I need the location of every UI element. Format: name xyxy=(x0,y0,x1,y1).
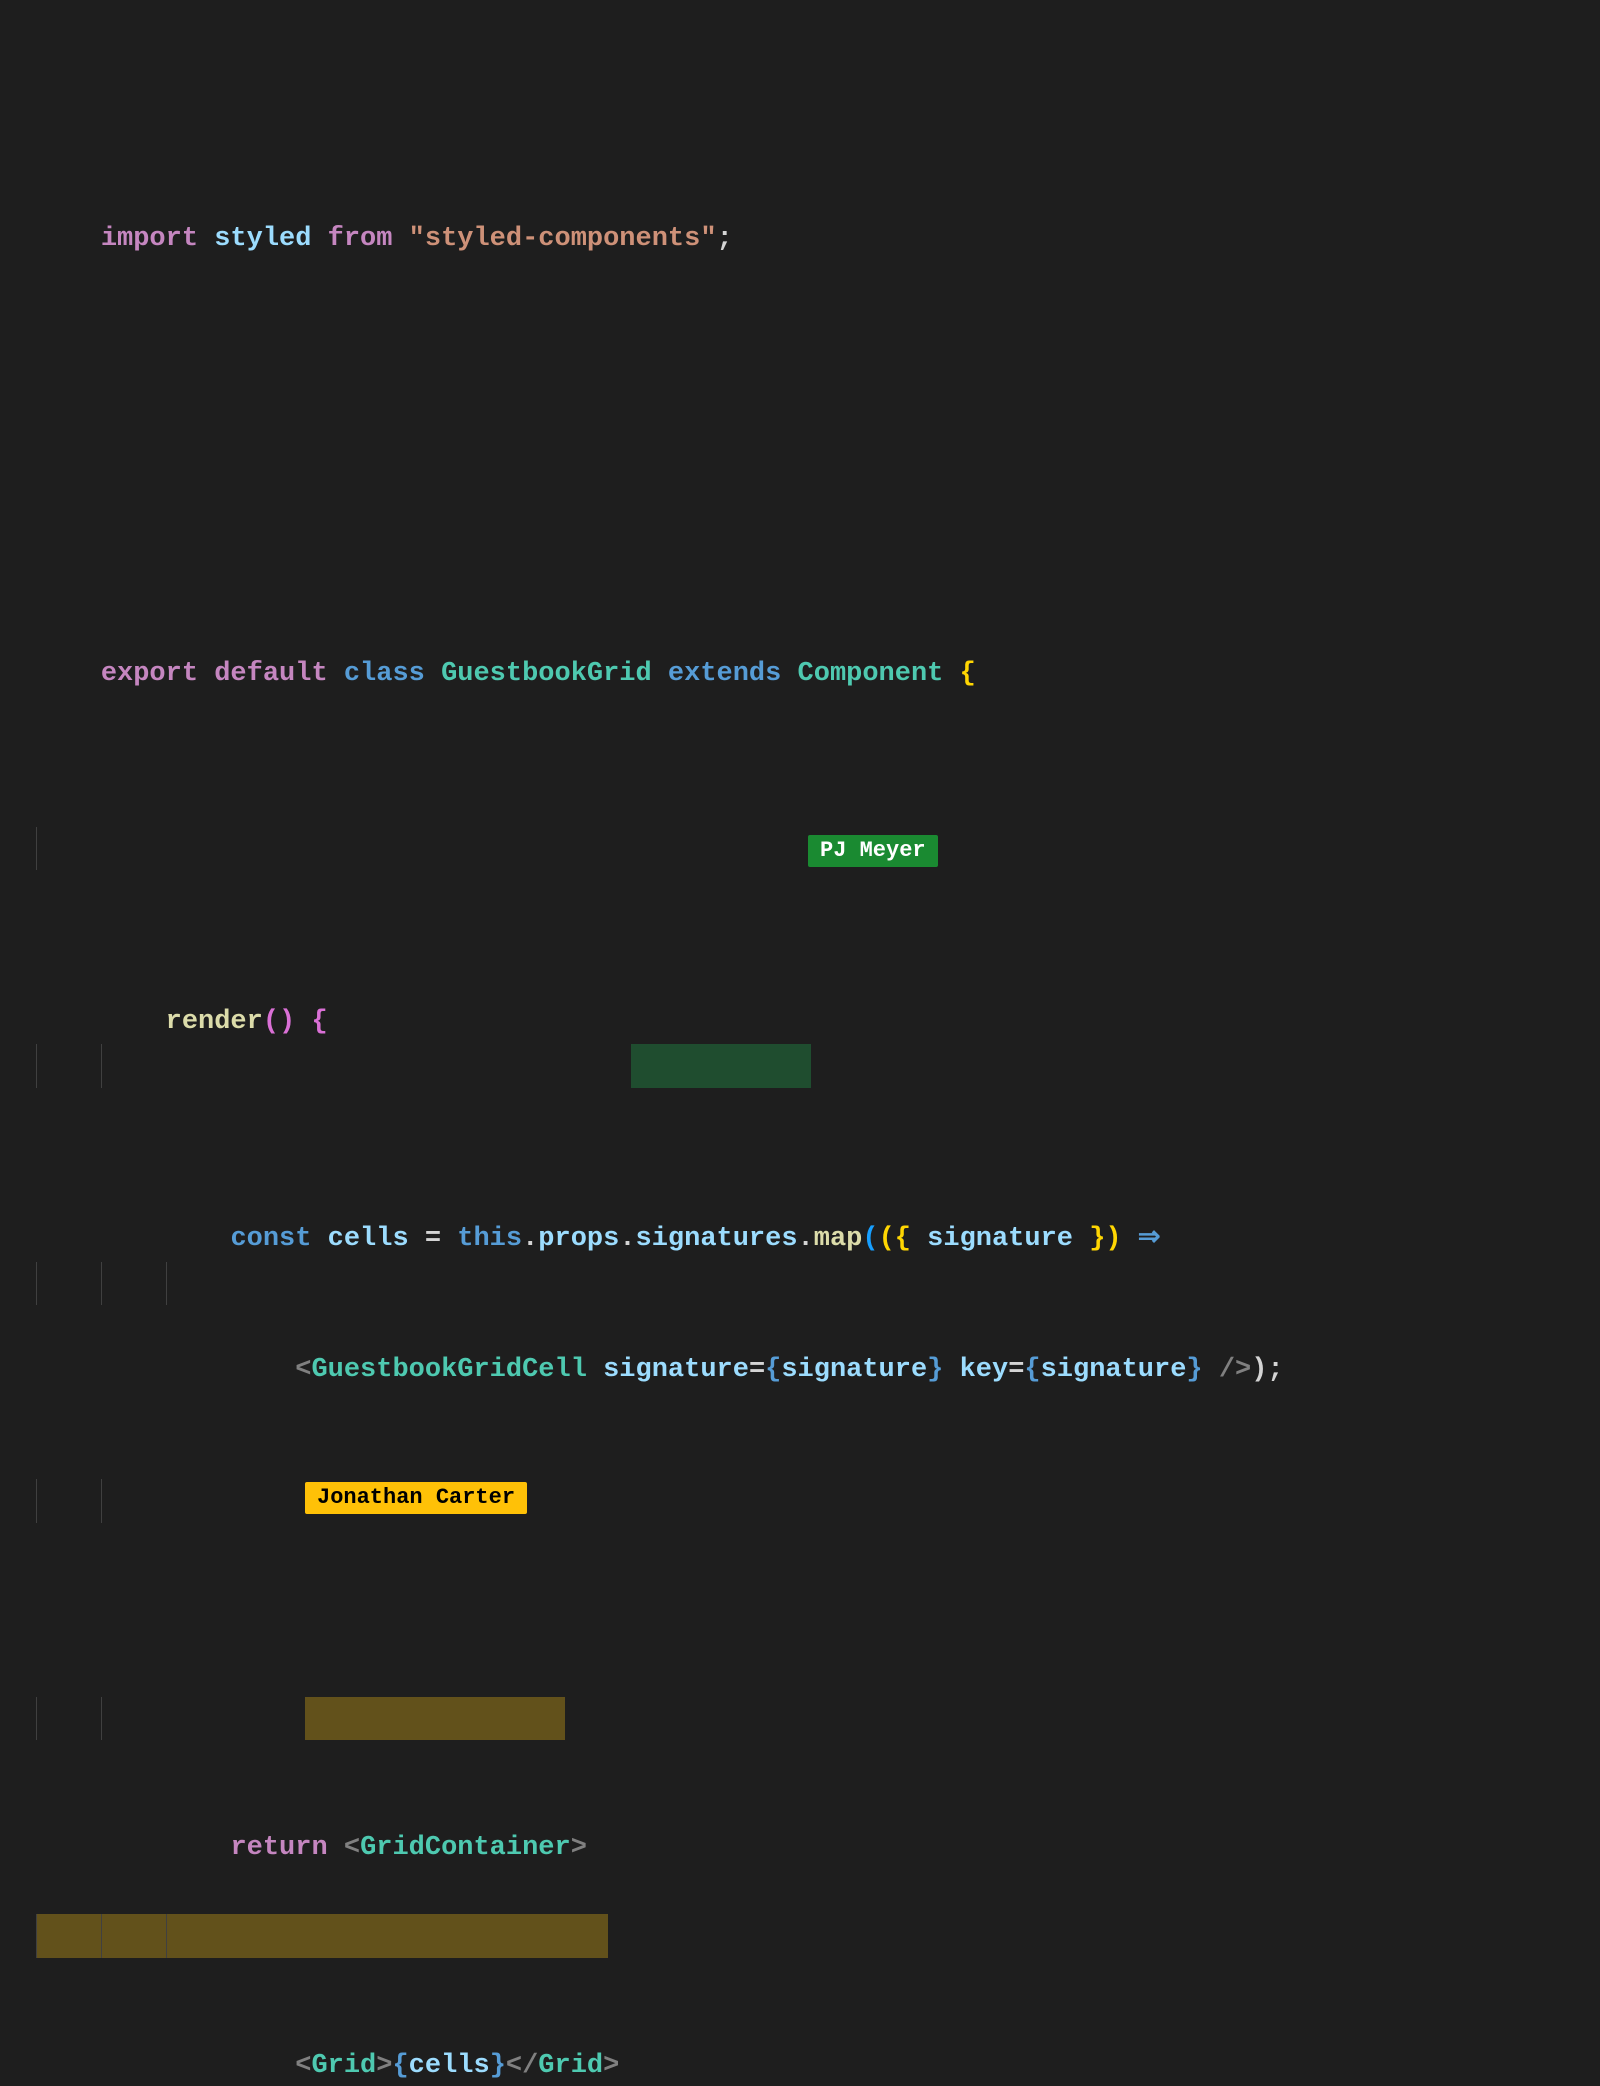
identifier: signature xyxy=(781,1355,927,1385)
jsx-attr: signature xyxy=(603,1355,749,1385)
remote-selection-jonathan-carter xyxy=(36,1914,608,1958)
param: signature xyxy=(927,1224,1073,1254)
string-literal: "styled-components" xyxy=(409,224,717,254)
jsx-tag: Grid xyxy=(538,2051,603,2081)
keyword-import: import xyxy=(101,224,198,254)
keyword-export: export xyxy=(101,659,198,689)
code-line[interactable]: <Grid>{cells}</Grid> xyxy=(36,1914,1564,1958)
arrow: ⇒ xyxy=(1138,1224,1161,1254)
parens: () xyxy=(263,1007,295,1037)
property: signatures xyxy=(636,1224,798,1254)
presence-badge-pj-meyer[interactable]: PJ Meyer xyxy=(808,835,938,867)
semicolon: ; xyxy=(717,224,733,254)
open-brace: { xyxy=(960,659,976,689)
keyword-class: class xyxy=(344,659,425,689)
keyword-return: return xyxy=(230,1833,327,1863)
code-line[interactable]: return <GridContainer> xyxy=(36,1697,1564,1741)
class-name: GuestbookGrid xyxy=(441,659,652,689)
method-name: render xyxy=(166,1007,263,1037)
keyword-const: const xyxy=(230,1224,311,1254)
jsx-attr: key xyxy=(960,1355,1009,1385)
code-line[interactable]: export default class GuestbookGrid exten… xyxy=(36,609,1564,653)
remote-selection-jonathan-carter xyxy=(305,1697,565,1741)
keyword-this: this xyxy=(457,1224,522,1254)
code-line[interactable]: PJ Meyer render() { xyxy=(36,827,1564,871)
keyword-extends: extends xyxy=(668,659,781,689)
presence-badge-jonathan-carter[interactable]: Jonathan Carter xyxy=(305,1482,527,1514)
keyword-default: default xyxy=(214,659,327,689)
class-name: Component xyxy=(798,659,944,689)
jsx-tag: GridContainer xyxy=(360,1833,571,1863)
identifier: cells xyxy=(409,2051,490,2081)
code-line[interactable] xyxy=(36,392,1564,436)
identifier: signature xyxy=(1041,1355,1187,1385)
open-brace: { xyxy=(311,1007,327,1037)
jsx-tag: Grid xyxy=(311,2051,376,2081)
keyword-from: from xyxy=(328,224,393,254)
code-line[interactable]: import styled from "styled-components"; xyxy=(36,174,1564,218)
identifier: styled xyxy=(214,224,311,254)
identifier: cells xyxy=(328,1224,409,1254)
jsx-tag: GuestbookGridCell xyxy=(311,1355,586,1385)
code-editor[interactable]: import styled from "styled-components"; … xyxy=(0,0,1600,2086)
property: props xyxy=(538,1224,619,1254)
code-line[interactable]: Jonathan Carter xyxy=(36,1479,1564,1523)
code-line[interactable]: <GuestbookGridCell signature={signature}… xyxy=(36,1262,1564,1306)
code-line[interactable]: const cells = this.props.signatures.map(… xyxy=(36,1044,1564,1088)
method-call: map xyxy=(814,1224,863,1254)
remote-selection-pj-meyer xyxy=(631,1044,811,1088)
